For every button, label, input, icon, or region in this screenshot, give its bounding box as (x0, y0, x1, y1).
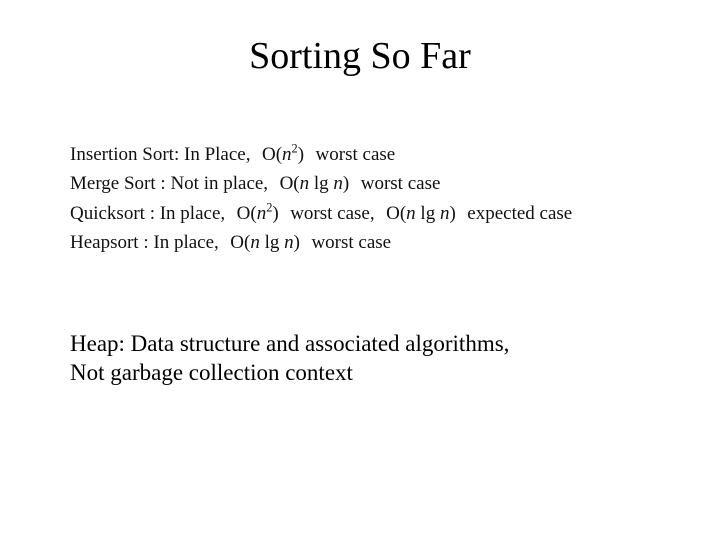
separator: : (145, 203, 160, 224)
footnote: Heap: Data structure and associated algo… (70, 330, 630, 388)
complexity: O(n2) (255, 144, 311, 165)
case-text: worst case (311, 232, 391, 253)
case-text: worst case (316, 144, 396, 165)
separator: : (174, 144, 184, 165)
complexity-extra: O(n lg n) (379, 203, 462, 224)
algorithms-list: Insertion Sort: In Place, O(n2) worst ca… (70, 140, 630, 258)
algorithm-row: Insertion Sort: In Place, O(n2) worst ca… (70, 140, 630, 169)
algorithm-row: Quicksort : In place, O(n2) worst case, … (70, 199, 630, 228)
complexity: O(n lg n) (273, 173, 356, 194)
algorithm-name: Merge Sort (70, 173, 156, 194)
footnote-line: Heap: Data structure and associated algo… (70, 330, 630, 359)
placement-text: In place, (160, 203, 225, 224)
algorithm-name: Insertion Sort (70, 144, 174, 165)
algorithm-row: Merge Sort : Not in place, O(n lg n) wor… (70, 169, 630, 198)
footnote-line: Not garbage collection context (70, 359, 630, 388)
case-text: worst case (361, 173, 441, 194)
separator: : (139, 232, 154, 253)
slide: Sorting So Far Insertion Sort: In Place,… (0, 0, 720, 540)
separator: : (156, 173, 171, 194)
case-text: worst case, (290, 203, 374, 224)
case-text-extra: expected case (467, 203, 572, 224)
placement-text: In place, (153, 232, 218, 253)
placement-text: In Place, (184, 144, 250, 165)
placement-text: Not in place, (170, 173, 268, 194)
slide-title: Sorting So Far (0, 34, 720, 78)
algorithm-name: Quicksort (70, 203, 145, 224)
complexity: O(n lg n) (224, 232, 307, 253)
algorithm-name: Heapsort (70, 232, 139, 253)
complexity: O(n2) (230, 203, 286, 224)
algorithm-row: Heapsort : In place, O(n lg n) worst cas… (70, 228, 630, 257)
